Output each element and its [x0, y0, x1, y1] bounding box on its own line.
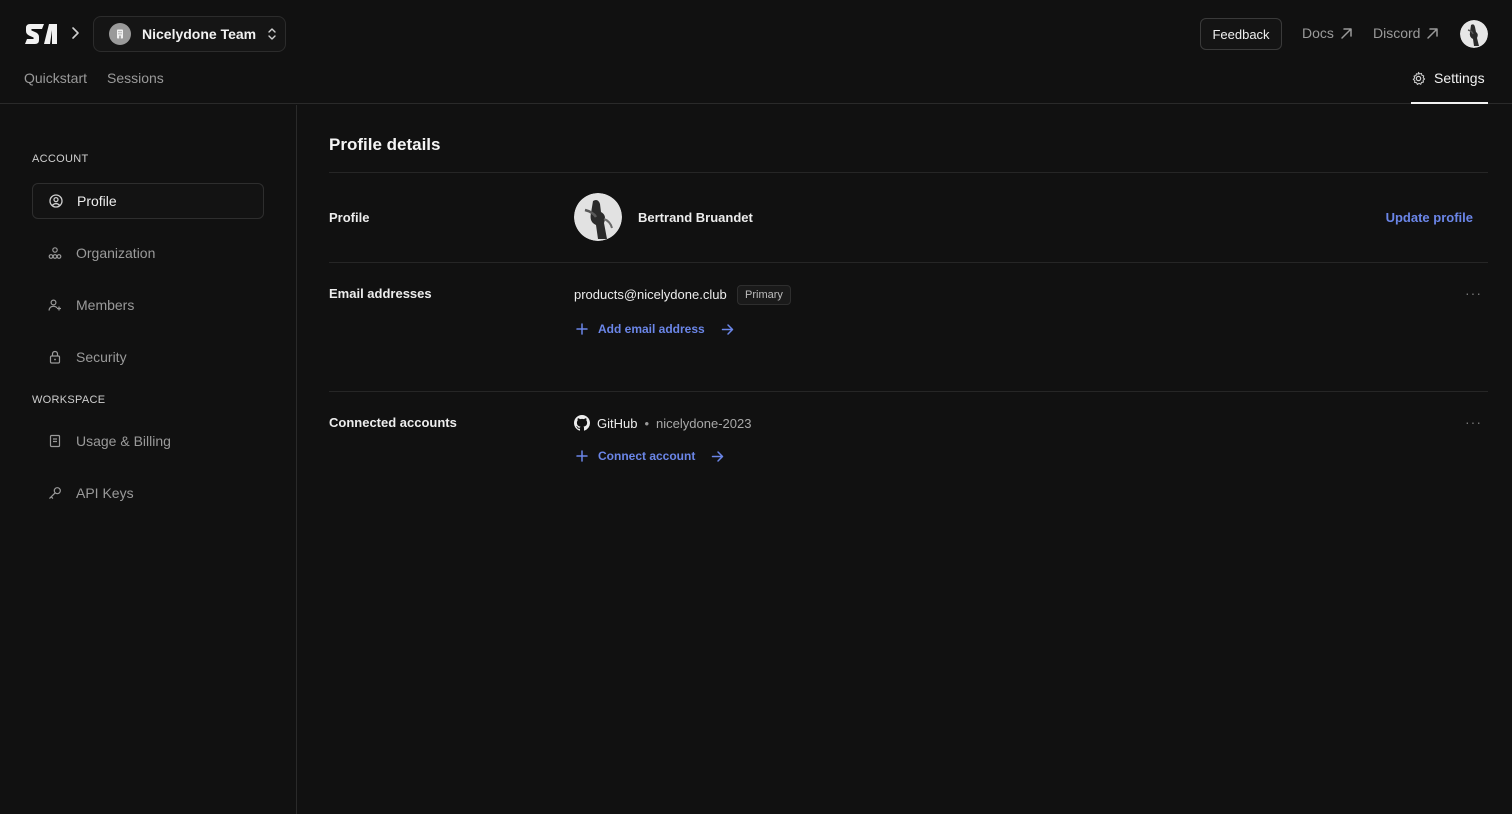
docs-link[interactable]: Docs: [1302, 25, 1353, 41]
tab-quickstart[interactable]: Quickstart: [24, 70, 87, 86]
add-email-button[interactable]: Add email address: [576, 322, 734, 336]
sidebar-item-label: Usage & Billing: [76, 433, 171, 449]
sidebar-item-label: Members: [76, 297, 135, 313]
receipt-icon: [49, 434, 61, 448]
divider: [329, 391, 1488, 392]
user-circle-icon: [49, 194, 63, 208]
settings-sidebar: ACCOUNT Profile Organization Members Sec…: [0, 105, 297, 814]
connected-more-menu[interactable]: ···: [1465, 414, 1482, 430]
discord-link[interactable]: Discord: [1373, 25, 1439, 41]
divider: [329, 262, 1488, 263]
feedback-button[interactable]: Feedback: [1200, 18, 1282, 50]
arrow-right-icon: [721, 323, 733, 335]
top-bar: Nicelydone Team Feedback Docs Discord Qu…: [0, 0, 1512, 104]
sidebar-item-organization[interactable]: Organization: [32, 235, 264, 271]
github-username: nicelydone-2023: [656, 415, 752, 431]
page-title: Profile details: [329, 135, 441, 154]
sidebar-item-members[interactable]: Members: [32, 287, 264, 323]
building-icon: [117, 29, 123, 39]
external-arrow-icon: [1341, 27, 1352, 39]
sidebar-item-label: Organization: [76, 245, 156, 261]
separator-dot: •: [644, 415, 650, 431]
external-arrow-icon: [1427, 27, 1439, 39]
sidebar-item-label: API Keys: [76, 485, 134, 501]
section-heading-workspace: WORKSPACE: [32, 394, 106, 406]
stack-logo-icon[interactable]: [24, 22, 58, 46]
github-icon: [574, 415, 590, 431]
sidebar-item-security[interactable]: Security: [32, 339, 264, 375]
tab-sessions[interactable]: Sessions: [107, 70, 164, 86]
profile-details-panel: Profile details Profile Bertrand Bruande…: [298, 105, 1512, 814]
email-address: products@nicelydone.club: [574, 287, 727, 302]
arrow-right-icon: [712, 450, 724, 462]
section-heading-account: ACCOUNT: [32, 153, 89, 165]
github-provider: GitHub: [597, 415, 638, 431]
chevron-up-down-icon: [268, 28, 276, 40]
sidebar-item-label: Profile: [77, 193, 117, 209]
sidebar-item-label: Security: [76, 349, 127, 365]
user-plus-icon: [48, 299, 61, 311]
update-profile-link[interactable]: Update profile: [1386, 210, 1473, 225]
key-icon: [49, 487, 61, 499]
sidebar-item-profile[interactable]: Profile: [32, 183, 264, 219]
primary-badge: Primary: [737, 285, 791, 305]
add-email-label: Add email address: [598, 322, 705, 336]
connect-account-label: Connect account: [598, 449, 696, 463]
gear-icon: [1412, 71, 1426, 85]
plus-icon: [576, 323, 588, 335]
connect-account-button[interactable]: Connect account: [576, 449, 724, 463]
plus-icon: [576, 450, 588, 462]
email-row-label: Email addresses: [329, 286, 432, 301]
organization-icon: [48, 247, 62, 259]
connected-accounts-label: Connected accounts: [329, 415, 457, 430]
team-name: Nicelydone Team: [142, 26, 257, 42]
profile-avatar: [574, 193, 622, 241]
profile-name: Bertrand Bruandet: [638, 210, 753, 225]
lock-icon: [49, 350, 61, 364]
sidebar-item-usage-billing[interactable]: Usage & Billing: [32, 423, 264, 459]
chevron-right-icon: [72, 27, 79, 39]
user-avatar[interactable]: [1460, 20, 1488, 48]
profile-row-label: Profile: [329, 210, 370, 225]
github-account: GitHub • nicelydone-2023: [574, 415, 751, 431]
team-avatar: [109, 23, 131, 45]
settings-label: Settings: [1434, 70, 1485, 86]
email-more-menu[interactable]: ···: [1465, 285, 1482, 301]
docs-link-label: Docs: [1302, 25, 1334, 41]
discord-link-label: Discord: [1373, 25, 1421, 41]
sidebar-item-api-keys[interactable]: API Keys: [32, 475, 264, 511]
divider: [329, 172, 1488, 173]
tab-settings[interactable]: Settings: [1411, 68, 1488, 104]
team-switcher[interactable]: Nicelydone Team: [93, 16, 286, 52]
